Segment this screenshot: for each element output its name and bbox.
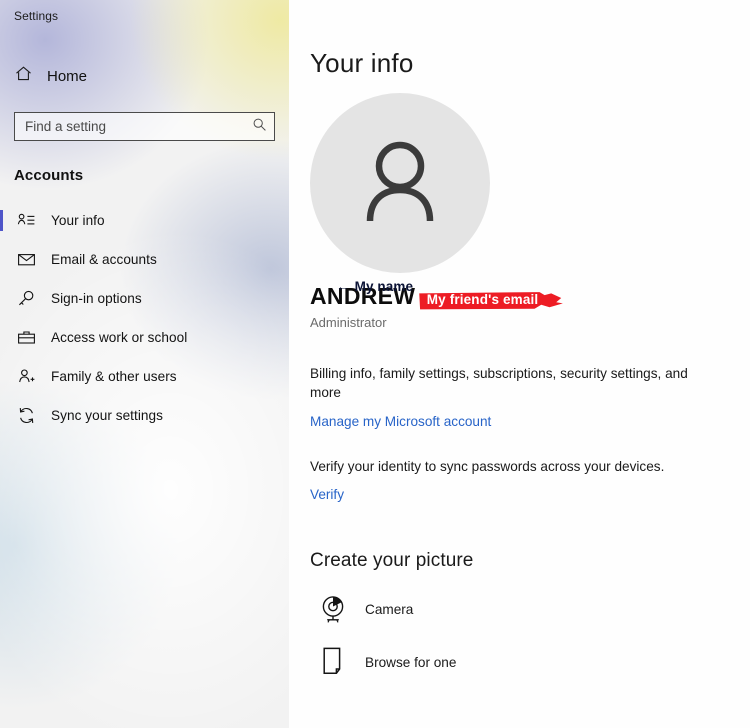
settings-window: Settings Home Find a setting Accounts Yo… [0,0,750,728]
key-icon [17,289,36,308]
search-icon [252,117,267,137]
sidebar-item-access-work-school[interactable]: Access work or school [0,318,289,357]
contact-card-icon [17,211,36,230]
annotation-label: My name [354,279,414,294]
sidebar-item-label: Your info [51,213,105,228]
sidebar-item-label: Family & other users [51,369,177,384]
account-type: Administrator [310,315,387,330]
sidebar-item-sign-in-options[interactable]: Sign-in options [0,279,289,318]
sidebar-item-email-accounts[interactable]: Email & accounts [0,240,289,279]
verify-description: Verify your identity to sync passwords a… [310,459,665,474]
billing-block: Billing info, family settings, subscript… [310,364,750,431]
redacted-email-marker: My friend's email [418,289,565,312]
sidebar-item-home[interactable]: Home [0,62,289,90]
envelope-icon [17,250,36,269]
page-title: Your info [310,48,414,78]
home-icon [14,64,33,88]
sidebar-nav: Your info Email & accounts Sign-in optio… [0,201,289,435]
sidebar-item-label: Access work or school [51,330,188,345]
sync-icon [17,406,36,425]
billing-description: Billing info, family settings, subscript… [310,366,688,400]
search-input[interactable] [25,113,252,140]
redacted-email-text: My friend's email [426,292,539,307]
picture-option-camera[interactable]: Camera [310,593,750,625]
picture-option-label: Camera [365,601,414,617]
sidebar-item-family-other-users[interactable]: Family & other users [0,357,289,396]
content-pane: Your info ANDREW My friend's email Admin… [289,0,750,728]
sidebar-item-your-info[interactable]: Your info [0,201,289,240]
sidebar-item-label: Sign-in options [51,291,142,306]
sidebar-item-label: Sync your settings [51,408,163,423]
app-title: Settings [14,9,59,23]
manage-microsoft-account-link[interactable]: Manage my Microsoft account [310,414,491,429]
picture-option-browse[interactable]: Browse for one [310,646,750,678]
verify-link[interactable]: Verify [310,487,344,502]
person-add-icon [17,367,36,386]
avatar [310,93,490,273]
webcam-icon [318,593,348,625]
annotation-my-name: ← My name [336,279,413,294]
picture-option-label: Browse for one [365,654,457,670]
sidebar-item-label: Email & accounts [51,252,157,267]
create-picture-heading: Create your picture [310,550,474,571]
search-box[interactable] [14,112,275,141]
sidebar-item-sync-settings[interactable]: Sync your settings [0,396,289,435]
annotation-arrow: ← [336,279,350,294]
home-label: Home [47,67,88,85]
section-title-accounts: Accounts [14,167,84,184]
verify-block: Verify your identity to sync passwords a… [310,457,750,504]
sidebar: Settings Home Find a setting Accounts Yo… [0,0,289,728]
briefcase-icon [17,328,36,347]
person-silhouette-icon [346,127,454,240]
file-page-icon [318,646,348,678]
